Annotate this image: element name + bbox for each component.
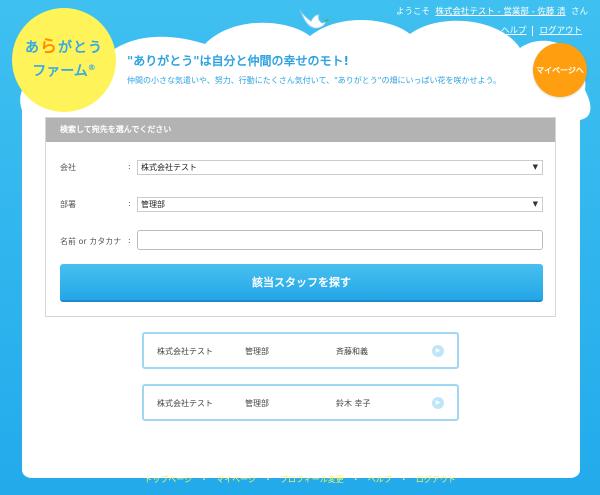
- department-label: 部署: [60, 200, 76, 209]
- footer-separator: ・: [351, 475, 360, 484]
- footer-link-help[interactable]: ヘルプ: [368, 475, 392, 484]
- panel-title: 検索して宛先を選んでください: [46, 118, 555, 142]
- triangle-down-icon: ▼: [532, 163, 538, 171]
- footer-separator: ・: [200, 475, 209, 484]
- divider: [532, 25, 534, 36]
- result-name: 鈴木 幸子: [336, 399, 371, 408]
- company-select-value: 株式会社テスト: [141, 163, 197, 172]
- footer-link-mypage[interactable]: マイページ: [216, 475, 256, 484]
- result-department: 管理部: [245, 347, 269, 356]
- company-label: 会社: [60, 163, 76, 172]
- result-row[interactable]: 株式会社テスト 管理部 鈴木 幸子 ▶: [142, 384, 459, 421]
- name-colon: :: [128, 236, 131, 245]
- site-logo[interactable]: あらがとう ファーム®: [12, 8, 116, 112]
- help-link[interactable]: ヘルプ: [501, 26, 527, 36]
- footer-nav: トップページ・マイページ・プロフィール変更・ヘルプ・ログアウト: [0, 474, 600, 485]
- header-links: ヘルプ ログアウト: [501, 24, 582, 36]
- footer-separator: ・: [399, 475, 408, 484]
- result-company: 株式会社テスト: [157, 399, 213, 408]
- play-icon[interactable]: ▶: [432, 345, 444, 357]
- user-name-link[interactable]: 株式会社テスト - 営業部 - 佐藤 清: [435, 7, 565, 17]
- footer-link-top[interactable]: トップページ: [144, 475, 192, 484]
- company-select[interactable]: 株式会社テスト ▼: [137, 160, 543, 175]
- logo-text-bottom: ファーム®: [32, 63, 96, 80]
- search-staff-button[interactable]: 該当スタッフを探す: [60, 264, 543, 302]
- tagline: "ありがとう"は自分と仲間の幸せのモト!: [127, 54, 349, 68]
- footer-link-profile[interactable]: プロフィール変更: [280, 475, 344, 484]
- department-select[interactable]: 管理部 ▼: [137, 197, 543, 212]
- result-department: 管理部: [245, 399, 269, 408]
- play-icon[interactable]: ▶: [432, 397, 444, 409]
- result-company: 株式会社テスト: [157, 347, 213, 356]
- footer-separator: ・: [263, 475, 272, 484]
- search-panel: 検索して宛先を選んでください 会社 : 株式会社テスト ▼ 部署 : 管理部 ▼…: [45, 117, 556, 317]
- logout-link[interactable]: ログアウト: [539, 26, 582, 36]
- result-row[interactable]: 株式会社テスト 管理部 斉藤和義 ▶: [142, 332, 459, 369]
- name-label: 名前 or カタカナ: [60, 237, 122, 246]
- subline: 仲間の小さな気遣いや、努力、行動にたくさん気付いて、"ありがとう"の畑にいっぱい…: [127, 76, 501, 85]
- department-colon: :: [128, 199, 131, 208]
- result-name: 斉藤和義: [336, 347, 368, 356]
- company-colon: :: [128, 162, 131, 171]
- dove-icon: [299, 9, 329, 29]
- triangle-down-icon: ▼: [532, 200, 538, 208]
- department-select-value: 管理部: [141, 200, 165, 209]
- welcome-message: ようこそ 株式会社テスト - 営業部 - 佐藤 清 さん: [396, 7, 588, 17]
- logo-text-top: あらがとう: [25, 37, 103, 58]
- name-input[interactable]: [137, 230, 543, 250]
- mypage-button[interactable]: マイページへ: [533, 43, 587, 97]
- footer-link-logout[interactable]: ログアウト: [416, 475, 456, 484]
